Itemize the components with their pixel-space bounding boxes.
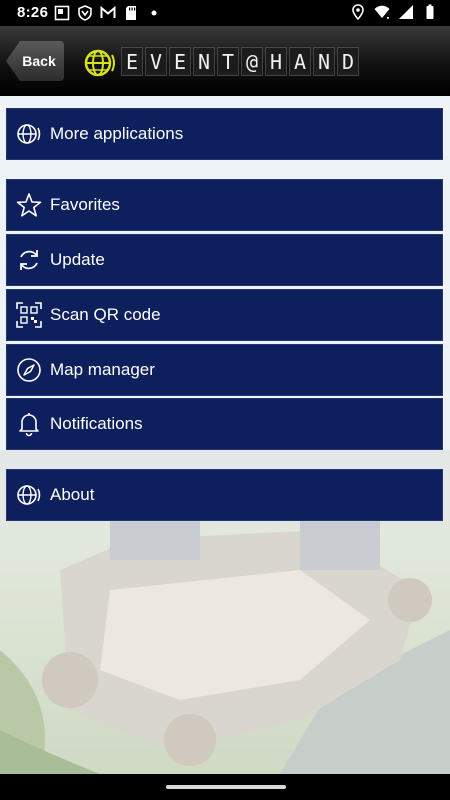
menu-item-scan-qr-code[interactable]: Scan QR code	[6, 289, 443, 341]
battery-icon	[426, 4, 434, 19]
compass-icon	[17, 358, 41, 382]
event-at-hand-logo-text: E V E N T @ H A N D	[121, 47, 359, 76]
logo-letter: E	[121, 47, 143, 76]
logo-letter: E	[169, 47, 191, 76]
menu-item-update[interactable]: Update	[6, 234, 443, 286]
menu-item-label: Scan QR code	[50, 305, 161, 324]
globe-signal-icon	[17, 485, 41, 505]
shield-icon	[78, 5, 92, 21]
qr-code-icon	[16, 302, 42, 328]
dot-icon	[151, 10, 157, 16]
menu-screen: More applications Favorites Update Scan …	[0, 96, 450, 774]
sd-card-icon	[126, 6, 136, 20]
menu-item-label: Update	[50, 250, 105, 269]
menu-item-notifications[interactable]: Notifications	[6, 398, 443, 450]
logo-letter: @	[241, 47, 263, 76]
menu-item-more-applications[interactable]: More applications	[6, 108, 443, 160]
menu-item-about[interactable]: About	[6, 469, 443, 521]
back-button[interactable]: Back	[6, 41, 64, 81]
logo-letter: T	[217, 47, 239, 76]
logo-letter: N	[193, 47, 215, 76]
logo-letter: H	[265, 47, 287, 76]
menu-item-label: More applications	[50, 124, 184, 143]
status-bar: 8:26	[0, 0, 450, 26]
menu-item-favorites[interactable]: Favorites	[6, 179, 443, 231]
wifi-icon	[374, 5, 390, 19]
star-icon	[16, 193, 42, 217]
bell-icon	[19, 413, 39, 437]
signal-icon	[399, 5, 413, 19]
menu-item-label: Favorites	[50, 195, 120, 214]
menu-item-label: Map manager	[50, 360, 155, 379]
logo-letter: N	[313, 47, 335, 76]
menu-item-map-manager[interactable]: Map manager	[6, 344, 443, 396]
logo-letter: D	[337, 47, 359, 76]
logo-letter: V	[145, 47, 167, 76]
home-gesture-handle[interactable]	[166, 785, 286, 789]
clock: 8:26	[17, 4, 49, 21]
globe-signal-icon	[17, 124, 41, 144]
gallery-icon	[54, 5, 70, 21]
menu-item-label: About	[50, 485, 95, 504]
gmail-icon	[100, 5, 116, 18]
logo-letter: A	[289, 47, 311, 76]
location-icon	[352, 4, 364, 20]
event-at-hand-logo-icon	[84, 49, 115, 77]
menu-item-label: Notifications	[50, 414, 143, 433]
refresh-icon	[20, 250, 38, 270]
system-navigation-bar	[0, 774, 450, 800]
